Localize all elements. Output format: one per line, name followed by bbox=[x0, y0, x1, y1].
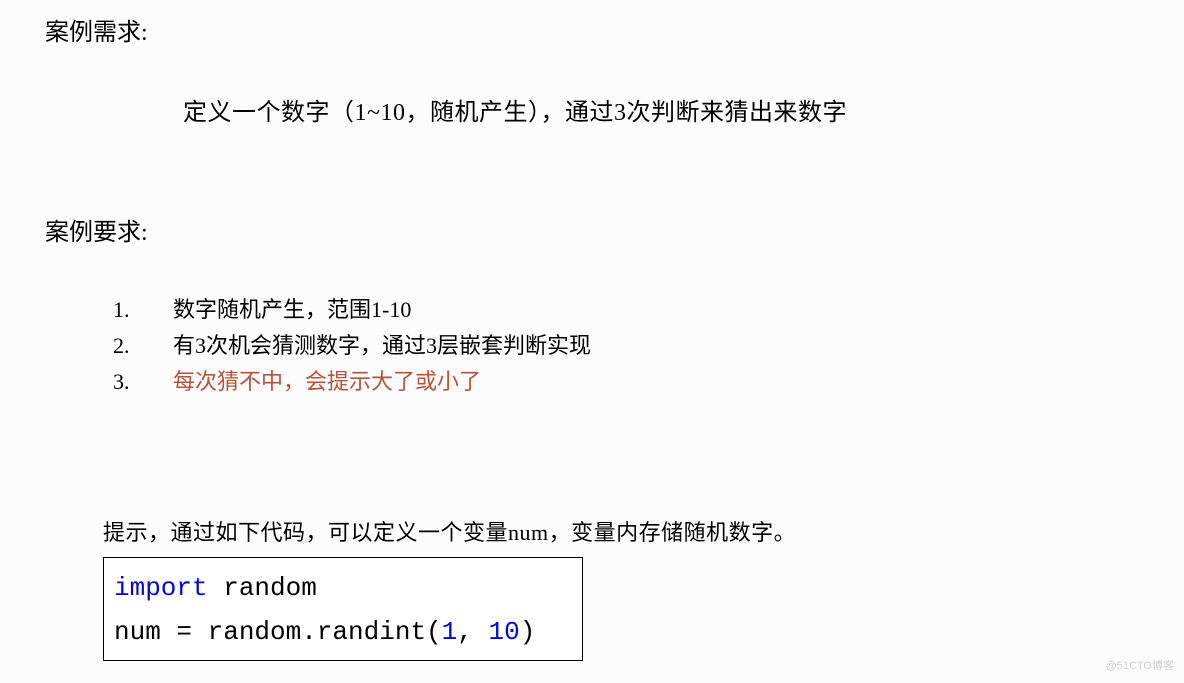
watermark: @51CTO博客 bbox=[1106, 657, 1174, 673]
code-number: 10 bbox=[488, 617, 519, 647]
keyword-import: import bbox=[114, 573, 208, 603]
code-number: 1 bbox=[442, 617, 458, 647]
list-item: 3. 每次猜不中，会提示大了或小了 bbox=[113, 364, 1139, 400]
section-heading-2: 案例要求: bbox=[45, 212, 1139, 247]
list-text-highlight: 每次猜不中，会提示大了或小了 bbox=[173, 364, 481, 400]
hint-text: 提示，通过如下代码，可以定义一个变量num，变量内存储随机数字。 bbox=[103, 515, 1139, 547]
code-text: random bbox=[208, 573, 317, 603]
code-text: , bbox=[457, 617, 488, 647]
code-line-1: import random bbox=[114, 566, 572, 610]
list-item: 2. 有3次机会猜测数字，通过3层嵌套判断实现 bbox=[113, 328, 1139, 364]
section-heading-1: 案例需求: bbox=[45, 12, 1139, 47]
list-item: 1. 数字随机产生，范围1-10 bbox=[113, 292, 1139, 328]
list-text: 数字随机产生，范围1-10 bbox=[173, 292, 411, 328]
list-text: 有3次机会猜测数字，通过3层嵌套判断实现 bbox=[173, 328, 591, 364]
case-description: 定义一个数字（1~10，随机产生），通过3次判断来猜出来数字 bbox=[183, 92, 1139, 127]
requirement-list: 1. 数字随机产生，范围1-10 2. 有3次机会猜测数字，通过3层嵌套判断实现… bbox=[113, 292, 1139, 400]
list-number: 2. bbox=[113, 328, 173, 364]
code-text: num = random.randint( bbox=[114, 617, 442, 647]
code-text: ) bbox=[520, 617, 536, 647]
code-block: import random num = random.randint(1, 10… bbox=[103, 557, 583, 661]
code-line-2: num = random.randint(1, 10) bbox=[114, 610, 572, 654]
list-number: 3. bbox=[113, 364, 173, 400]
list-number: 1. bbox=[113, 292, 173, 328]
